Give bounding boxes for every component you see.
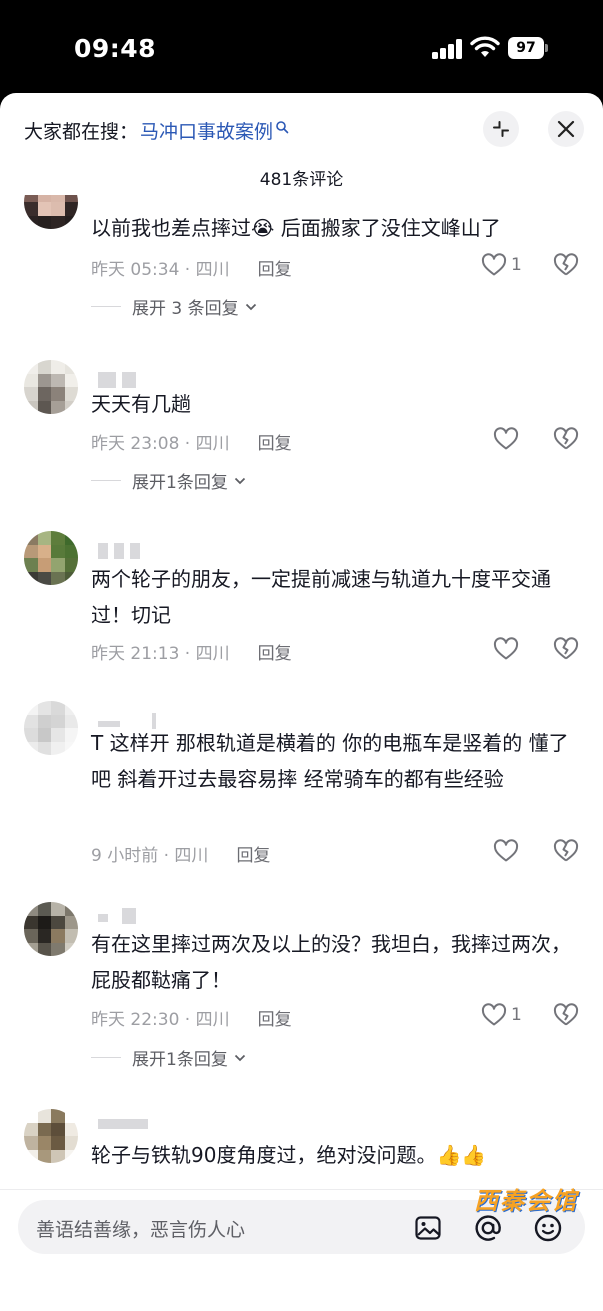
wifi-icon <box>470 36 500 57</box>
search-term-link[interactable]: 马冲口事故案例 <box>140 117 273 144</box>
expand-replies-label: 展开 3 条回复 <box>132 299 239 319</box>
heart-icon <box>481 1003 507 1026</box>
like-button[interactable]: 1 <box>481 1003 522 1027</box>
like-button[interactable]: 1 <box>481 253 522 277</box>
comment-text: T 这样开 那根轨道是横着的 你的电瓶车是竖着的 懂了吧 斜着开过去最容易摔 经… <box>91 731 569 791</box>
collapse-button[interactable] <box>483 111 519 147</box>
broken-heart-icon[interactable] <box>553 1003 579 1027</box>
avatar[interactable] <box>24 1109 78 1163</box>
broken-heart-icon[interactable] <box>553 637 579 661</box>
like-button[interactable] <box>493 637 519 661</box>
comment-text: 以前我也差点摔过😭 后面搬家了没住文峰山了 <box>91 216 501 240</box>
avatar[interactable] <box>24 531 78 585</box>
emoji-icon[interactable] <box>533 1213 563 1243</box>
like-count: 1 <box>511 255 522 275</box>
comment-meta: 昨天 22:30 · 四川 回复 <box>91 1005 292 1030</box>
comment-meta: 昨天 05:34 · 四川 回复 <box>91 255 292 280</box>
username-blurred[interactable] <box>98 908 158 926</box>
close-button[interactable] <box>548 111 584 147</box>
like-button[interactable] <box>493 427 519 451</box>
chevron-down-icon <box>245 303 256 310</box>
reply-button[interactable]: 回复 <box>258 255 292 280</box>
comment-time: 昨天 23:08 · 四川 <box>91 434 230 454</box>
close-icon <box>557 120 575 138</box>
comment-text: 轮子与铁轨90度角度过，绝对没问题。👍👍 <box>91 1143 487 1167</box>
username-blurred[interactable] <box>98 1115 158 1133</box>
heart-icon <box>493 427 519 450</box>
status-time: 09:48 <box>74 34 157 63</box>
image-icon[interactable] <box>413 1213 443 1243</box>
reply-button[interactable]: 回复 <box>258 1005 292 1030</box>
expand-replies[interactable]: 展开1条回复 <box>91 1045 246 1070</box>
chevron-down-icon <box>234 1054 245 1061</box>
comment-text: 天天有几趟 <box>91 392 191 416</box>
avatar[interactable] <box>24 195 78 229</box>
heart-icon <box>481 253 507 276</box>
heart-icon <box>493 839 519 862</box>
comment-time: 昨天 22:30 · 四川 <box>91 1010 230 1030</box>
expand-replies[interactable]: 展开 3 条回复 <box>91 294 257 319</box>
avatar[interactable] <box>24 360 78 414</box>
comment-input-placeholder: 善语结善缘，恶言伤人心 <box>36 1219 246 1241</box>
comment-count: 481条评论 <box>259 170 344 190</box>
comment-time: 昨天 21:13 · 四川 <box>91 644 230 664</box>
broken-heart-icon[interactable] <box>553 839 579 863</box>
expand-replies-label: 展开1条回复 <box>132 1050 228 1070</box>
search-prefix: 大家都在搜： <box>24 121 139 143</box>
heart-icon <box>493 637 519 660</box>
comment-time: 昨天 05:34 · 四川 <box>91 260 230 280</box>
expand-replies[interactable]: 展开1条回复 <box>91 468 246 493</box>
expand-replies-label: 展开1条回复 <box>132 473 228 493</box>
battery-level: 97 <box>508 37 544 59</box>
reply-button[interactable]: 回复 <box>258 639 292 664</box>
comment-text: 两个轮子的朋友，一定提前减速与轨道九十度平交通过！切记 <box>91 567 551 627</box>
at-icon[interactable] <box>473 1213 503 1243</box>
cellular-signal-icon <box>432 39 464 59</box>
avatar[interactable] <box>24 701 78 755</box>
reply-button[interactable]: 回复 <box>258 429 292 454</box>
username-blurred[interactable] <box>98 543 158 561</box>
status-bar: 09:48 97 <box>0 0 603 95</box>
comment-list[interactable]: 以前我也差点摔过😭 后面搬家了没住文峰山了 昨天 05:34 · 四川 回复 1… <box>0 195 603 1195</box>
comment-text: 有在这里摔过两次及以上的没？我坦白，我摔过两次，屁股都鞑痛了！ <box>91 932 571 992</box>
comments-sheet: 大家都在搜： 马冲口事故案例 481条评论 以前我也差点摔过😭 后面搬家了没住文… <box>0 93 603 1311</box>
collapse-icon <box>493 121 509 137</box>
like-count: 1 <box>511 1005 522 1025</box>
search-suggestion[interactable]: 大家都在搜： 马冲口事故案例 <box>24 117 289 144</box>
comment-time: 9 小时前 · 四川 <box>91 846 209 866</box>
comment-meta: 昨天 21:13 · 四川 回复 <box>91 639 292 664</box>
chevron-down-icon <box>234 477 245 484</box>
broken-heart-icon[interactable] <box>553 253 579 277</box>
reply-button[interactable]: 回复 <box>236 841 270 866</box>
broken-heart-icon[interactable] <box>553 427 579 451</box>
like-button[interactable] <box>493 839 519 863</box>
search-icon <box>276 120 289 133</box>
comment-meta: 9 小时前 · 四川 回复 <box>91 841 270 866</box>
comment-meta: 昨天 23:08 · 四川 回复 <box>91 429 292 454</box>
watermark-logo: 西秦会馆 <box>474 1187 578 1215</box>
battery-icon: 97 <box>508 37 548 59</box>
avatar[interactable] <box>24 902 78 956</box>
